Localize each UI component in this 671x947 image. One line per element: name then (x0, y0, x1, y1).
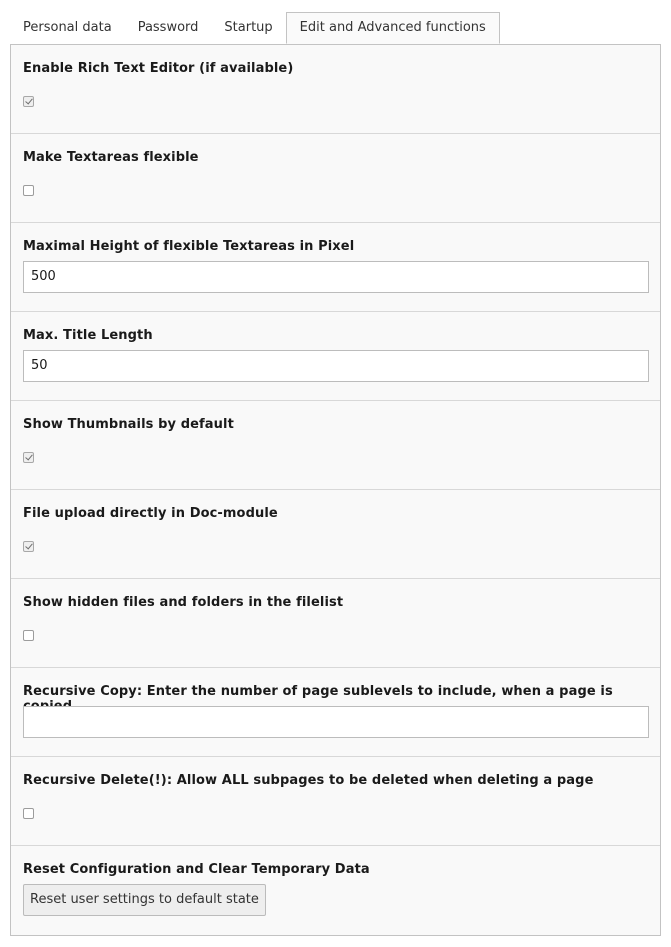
title-length-label: Max. Title Length (23, 328, 153, 343)
rte-checkbox[interactable] (23, 96, 34, 107)
section-recursive-copy: Recursive Copy: Enter the number of page… (11, 668, 660, 757)
section-hidden-files: Show hidden files and folders in the fil… (11, 579, 660, 668)
thumbnails-label: Show Thumbnails by default (23, 417, 234, 432)
rte-label: Enable Rich Text Editor (if available) (23, 61, 294, 76)
settings-panel: Enable Rich Text Editor (if available) M… (10, 45, 661, 936)
hidden-files-checkbox[interactable] (23, 630, 34, 641)
section-file-upload: File upload directly in Doc-module (11, 490, 660, 579)
section-textarea-flex: Make Textareas flexible (11, 134, 660, 223)
section-rte: Enable Rich Text Editor (if available) (11, 45, 660, 134)
textarea-flex-label: Make Textareas flexible (23, 150, 199, 165)
textarea-max-height-label: Maximal Height of flexible Textareas in … (23, 239, 355, 254)
tab-startup[interactable]: Startup (211, 12, 285, 44)
tab-personal-data[interactable]: Personal data (10, 12, 125, 44)
section-recursive-delete: Recursive Delete(!): Allow ALL subpages … (11, 757, 660, 846)
reset-settings-button[interactable]: Reset user settings to default state (23, 884, 266, 916)
tab-password[interactable]: Password (125, 12, 212, 44)
tab-edit-advanced[interactable]: Edit and Advanced functions (285, 12, 500, 44)
thumbnails-checkbox[interactable] (23, 452, 34, 463)
reset-label: Reset Configuration and Clear Temporary … (23, 862, 370, 877)
recursive-delete-checkbox[interactable] (23, 808, 34, 819)
section-thumbnails: Show Thumbnails by default (11, 401, 660, 490)
title-length-input[interactable]: 50 (23, 350, 649, 382)
settings-container: Personal data Password Startup Edit and … (10, 12, 661, 936)
section-textarea-max-height: Maximal Height of flexible Textareas in … (11, 223, 660, 312)
tab-bar: Personal data Password Startup Edit and … (10, 12, 661, 45)
recursive-delete-label: Recursive Delete(!): Allow ALL subpages … (23, 773, 594, 788)
textarea-max-height-input[interactable]: 500 (23, 261, 649, 293)
section-title-length: Max. Title Length 50 (11, 312, 660, 401)
textarea-flex-checkbox[interactable] (23, 185, 34, 196)
file-upload-checkbox[interactable] (23, 541, 34, 552)
hidden-files-label: Show hidden files and folders in the fil… (23, 595, 344, 610)
section-reset: Reset Configuration and Clear Temporary … (11, 846, 660, 935)
recursive-copy-input[interactable] (23, 706, 649, 738)
file-upload-label: File upload directly in Doc-module (23, 506, 278, 521)
